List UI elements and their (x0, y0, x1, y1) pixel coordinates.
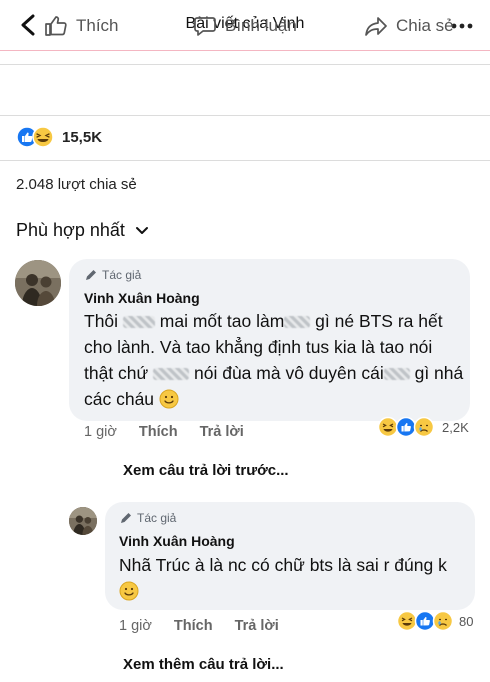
censored-word (153, 368, 190, 381)
reaction-count: 15,5K (62, 128, 103, 146)
smile-emoji-icon (159, 389, 179, 409)
reply-reaction-summary[interactable]: 80 (396, 610, 473, 632)
haha-like-sad-reaction-icons (396, 610, 454, 632)
thumbs-up-icon (45, 16, 67, 36)
view-previous-replies[interactable]: Xem câu trả lời trước... (123, 462, 289, 479)
reply-like-button[interactable]: Thích (174, 618, 213, 634)
user-photo-icon (15, 260, 61, 306)
like-haha-reaction-icons (16, 126, 54, 148)
author-badge-label: Tác giả (102, 268, 142, 282)
reply-text-content: Nhã Trúc à là nc có chữ bts là sai r đún… (119, 555, 447, 575)
comment-text-part: mai mốt tao làm (159, 311, 285, 331)
avatar[interactable] (15, 260, 61, 306)
author-badge-label: Tác giả (137, 511, 177, 525)
comment-text-part: nói đùa mà vô duyên cái (194, 363, 384, 383)
censored-word (284, 316, 311, 329)
comment-like-button[interactable]: Thích (139, 424, 178, 440)
comment-meta: 1 giờ Thích Trả lời (84, 424, 244, 440)
comment-button[interactable]: Bình luận (193, 14, 297, 38)
comment-bubble-icon (194, 17, 216, 36)
comment-time: 1 giờ (84, 424, 117, 440)
share-button[interactable]: Chia sẻ (364, 14, 454, 38)
reply-text: Nhã Trúc à là nc có chữ bts là sai r đún… (119, 552, 464, 604)
like-button[interactable]: Thích (44, 14, 119, 38)
comment-author[interactable]: Vinh Xuân Hoàng (84, 290, 200, 306)
share-count[interactable]: 2.048 lượt chia sẻ (16, 176, 137, 193)
avatar[interactable] (69, 507, 97, 535)
reply-reply-button[interactable]: Trả lời (235, 618, 279, 634)
sort-label: Phù hợp nhất (16, 220, 125, 240)
author-badge: Tác giả (84, 268, 141, 282)
haha-like-sad-reaction-icons (377, 416, 435, 438)
section-divider (0, 160, 490, 161)
pencil-icon (121, 513, 131, 523)
author-badge: Tác giả (119, 511, 176, 525)
comment-text-part: Thôi (84, 311, 119, 331)
reply-meta: 1 giờ Thích Trả lời (119, 618, 279, 634)
comment-reply-button[interactable]: Trả lời (200, 424, 244, 440)
comment-sort-selector[interactable]: Phù hợp nhất (16, 220, 149, 241)
chevron-down-icon (135, 226, 148, 234)
censored-word (122, 316, 155, 329)
share-arrow-icon (365, 17, 387, 36)
smile-emoji-icon (119, 581, 139, 601)
share-label: Chia sẻ (396, 16, 454, 35)
view-more-replies[interactable]: Xem thêm câu trả lời... (123, 656, 284, 673)
reply-time: 1 giờ (119, 618, 152, 634)
reply-reaction-count: 80 (459, 613, 474, 629)
like-label: Thích (76, 16, 119, 35)
reaction-summary[interactable]: 15,5K (16, 124, 102, 150)
comment-text: Thôi mai mốt tao làm gì né BTS ra hết ch… (84, 308, 464, 412)
comment-reaction-count: 2,2K (442, 419, 469, 435)
header-divider (0, 50, 490, 51)
censored-word (383, 368, 410, 381)
reply-author[interactable]: Vinh Xuân Hoàng (119, 533, 235, 549)
comment-reaction-summary[interactable]: 2,2K (377, 416, 469, 438)
post-action-bar (0, 64, 490, 116)
user-photo-icon (69, 507, 97, 535)
comment-label: Bình luận (225, 16, 297, 35)
pencil-icon (86, 270, 96, 280)
